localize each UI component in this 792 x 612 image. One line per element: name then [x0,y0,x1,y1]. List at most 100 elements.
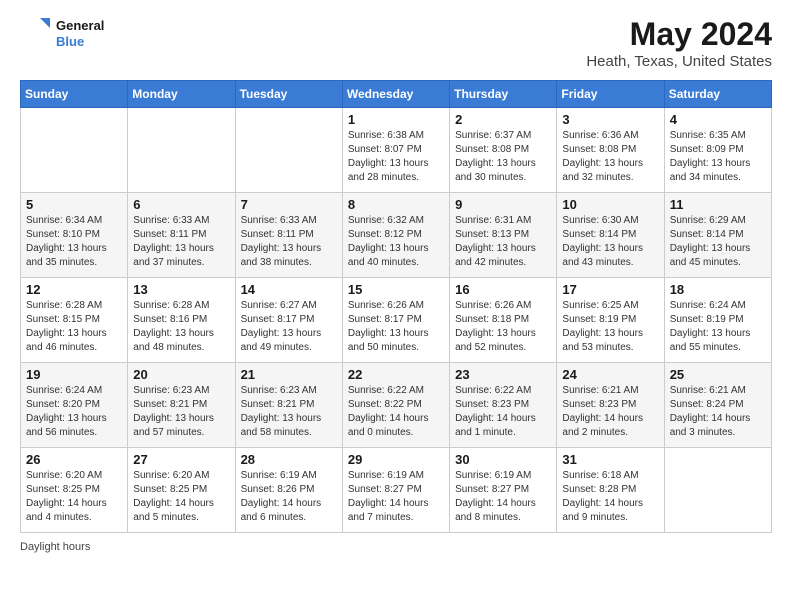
logo: General Blue [20,16,104,52]
day-cell: 7 Sunrise: 6:33 AM Sunset: 8:11 PM Daylig… [235,193,342,278]
logo-general-text: General [56,18,104,34]
day-number: 12 [26,282,122,297]
calendar-table: SundayMondayTuesdayWednesdayThursdayFrid… [20,80,772,533]
day-cell: 17 Sunrise: 6:25 AM Sunset: 8:19 PM Dayli… [557,278,664,363]
day-cell: 16 Sunrise: 6:26 AM Sunset: 8:18 PM Dayli… [450,278,557,363]
header-row: SundayMondayTuesdayWednesdayThursdayFrid… [21,81,772,108]
day-cell: 4 Sunrise: 6:35 AM Sunset: 8:09 PM Daylig… [664,108,771,193]
title-block: May 2024 Heath, Texas, United States [586,16,772,70]
day-cell: 15 Sunrise: 6:26 AM Sunset: 8:17 PM Dayli… [342,278,449,363]
day-info: Sunrise: 6:34 AM Sunset: 8:10 PM Dayligh… [26,214,122,270]
day-info: Sunrise: 6:25 AM Sunset: 8:19 PM Dayligh… [562,299,658,355]
column-header-saturday: Saturday [664,81,771,108]
column-header-friday: Friday [557,81,664,108]
day-info: Sunrise: 6:19 AM Sunset: 8:27 PM Dayligh… [455,469,551,525]
day-cell: 30 Sunrise: 6:19 AM Sunset: 8:27 PM Dayli… [450,448,557,533]
logo-svg [20,16,52,52]
day-info: Sunrise: 6:29 AM Sunset: 8:14 PM Dayligh… [670,214,766,270]
day-number: 13 [133,282,229,297]
day-cell: 3Sunrise: 6:36 AM Sunset: 8:08 PM Daylig… [557,108,664,193]
day-info: Sunrise: 6:33 AM Sunset: 8:11 PM Dayligh… [133,214,229,270]
footer: Daylight hours [20,541,772,553]
week-row-1: 1Sunrise: 6:38 AM Sunset: 8:07 PM Daylig… [21,108,772,193]
day-number: 11 [670,197,766,212]
week-row-3: 12 Sunrise: 6:28 AM Sunset: 8:15 PM Dayli… [21,278,772,363]
day-number: 24 [562,367,658,382]
day-cell: 20 Sunrise: 6:23 AM Sunset: 8:21 PM Dayli… [128,363,235,448]
day-info: Sunrise: 6:21 AM Sunset: 8:23 PM Dayligh… [562,384,658,440]
day-number: 8 [348,197,444,212]
day-info: Sunrise: 6:32 AM Sunset: 8:12 PM Dayligh… [348,214,444,270]
day-cell: 1Sunrise: 6:38 AM Sunset: 8:07 PM Daylig… [342,108,449,193]
week-row-4: 19Sunrise: 6:24 AM Sunset: 8:20 PM Dayli… [21,363,772,448]
day-info: Sunrise: 6:31 AM Sunset: 8:13 PM Dayligh… [455,214,551,270]
day-info: Sunrise: 6:24 AM Sunset: 8:19 PM Dayligh… [670,299,766,355]
day-info: Sunrise: 6:23 AM Sunset: 8:21 PM Dayligh… [241,384,337,440]
column-header-tuesday: Tuesday [235,81,342,108]
day-cell [21,108,128,193]
day-cell [128,108,235,193]
day-cell: 11 Sunrise: 6:29 AM Sunset: 8:14 PM Dayli… [664,193,771,278]
day-cell [235,108,342,193]
day-cell: 2Sunrise: 6:37 AM Sunset: 8:08 PM Daylig… [450,108,557,193]
page: General Blue May 2024 Heath, Texas, Unit… [0,0,792,612]
day-number: 14 [241,282,337,297]
day-info: Sunrise: 6:38 AM Sunset: 8:07 PM Dayligh… [348,129,444,185]
day-cell: 28Sunrise: 6:19 AM Sunset: 8:26 PM Dayli… [235,448,342,533]
column-header-wednesday: Wednesday [342,81,449,108]
day-info: Sunrise: 6:28 AM Sunset: 8:16 PM Dayligh… [133,299,229,355]
day-number: 28 [241,452,337,467]
column-header-thursday: Thursday [450,81,557,108]
day-info: Sunrise: 6:26 AM Sunset: 8:18 PM Dayligh… [455,299,551,355]
day-cell: 24 Sunrise: 6:21 AM Sunset: 8:23 PM Dayli… [557,363,664,448]
day-number: 26 [26,452,122,467]
logo-blue-text: Blue [56,34,104,50]
main-title: May 2024 [586,16,772,53]
day-cell: 10 Sunrise: 6:30 AM Sunset: 8:14 PM Dayli… [557,193,664,278]
day-number: 23 [455,367,551,382]
day-cell: 26 Sunrise: 6:20 AM Sunset: 8:25 PM Dayli… [21,448,128,533]
subtitle: Heath, Texas, United States [586,53,772,70]
day-info: Sunrise: 6:33 AM Sunset: 8:11 PM Dayligh… [241,214,337,270]
day-info: Sunrise: 6:37 AM Sunset: 8:08 PM Dayligh… [455,129,551,185]
day-cell: 31Sunrise: 6:18 AM Sunset: 8:28 PM Dayli… [557,448,664,533]
day-number: 16 [455,282,551,297]
day-number: 18 [670,282,766,297]
day-cell: 22Sunrise: 6:22 AM Sunset: 8:22 PM Dayli… [342,363,449,448]
day-info: Sunrise: 6:20 AM Sunset: 8:25 PM Dayligh… [26,469,122,525]
column-header-sunday: Sunday [21,81,128,108]
day-cell: 12 Sunrise: 6:28 AM Sunset: 8:15 PM Dayli… [21,278,128,363]
day-cell: 19Sunrise: 6:24 AM Sunset: 8:20 PM Dayli… [21,363,128,448]
day-cell: 25Sunrise: 6:21 AM Sunset: 8:24 PM Dayli… [664,363,771,448]
day-info: Sunrise: 6:19 AM Sunset: 8:27 PM Dayligh… [348,469,444,525]
day-info: Sunrise: 6:28 AM Sunset: 8:15 PM Dayligh… [26,299,122,355]
day-number: 9 [455,197,551,212]
day-number: 19 [26,367,122,382]
daylight-hours-label: Daylight hours [20,541,90,553]
day-number: 20 [133,367,229,382]
day-number: 15 [348,282,444,297]
day-cell [664,448,771,533]
week-row-2: 5 Sunrise: 6:34 AM Sunset: 8:10 PM Daylig… [21,193,772,278]
day-number: 30 [455,452,551,467]
day-number: 27 [133,452,229,467]
day-number: 21 [241,367,337,382]
day-number: 4 [670,112,766,127]
day-cell: 18 Sunrise: 6:24 AM Sunset: 8:19 PM Dayli… [664,278,771,363]
day-cell: 21 Sunrise: 6:23 AM Sunset: 8:21 PM Dayli… [235,363,342,448]
day-cell: 9 Sunrise: 6:31 AM Sunset: 8:13 PM Daylig… [450,193,557,278]
day-info: Sunrise: 6:22 AM Sunset: 8:22 PM Dayligh… [348,384,444,440]
day-cell: 5 Sunrise: 6:34 AM Sunset: 8:10 PM Daylig… [21,193,128,278]
day-info: Sunrise: 6:26 AM Sunset: 8:17 PM Dayligh… [348,299,444,355]
day-info: Sunrise: 6:23 AM Sunset: 8:21 PM Dayligh… [133,384,229,440]
day-info: Sunrise: 6:30 AM Sunset: 8:14 PM Dayligh… [562,214,658,270]
day-info: Sunrise: 6:35 AM Sunset: 8:09 PM Dayligh… [670,129,766,185]
day-info: Sunrise: 6:36 AM Sunset: 8:08 PM Dayligh… [562,129,658,185]
day-number: 5 [26,197,122,212]
day-cell: 13 Sunrise: 6:28 AM Sunset: 8:16 PM Dayli… [128,278,235,363]
day-number: 17 [562,282,658,297]
day-number: 10 [562,197,658,212]
day-number: 7 [241,197,337,212]
day-number: 29 [348,452,444,467]
day-cell: 29 Sunrise: 6:19 AM Sunset: 8:27 PM Dayli… [342,448,449,533]
